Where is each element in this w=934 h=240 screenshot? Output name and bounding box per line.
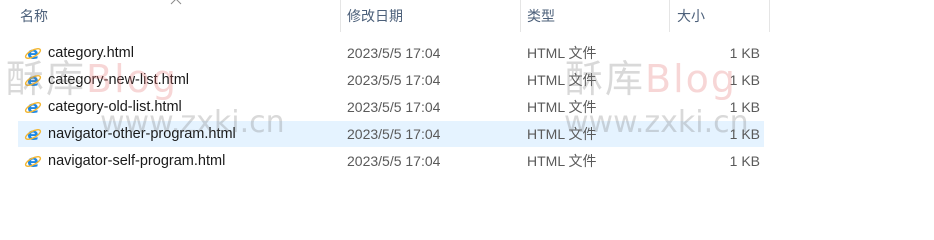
file-modified-date: 2023/5/5 17:04 (347, 126, 441, 142)
file-name: category-old-list.html (48, 99, 182, 115)
file-row[interactable]: e navigator-self-program.html 2023/5/5 17:… (18, 148, 764, 174)
file-row[interactable]: e category.html 2023/5/5 17:04 HTML 文件 1 KB (18, 40, 764, 66)
internet-explorer-icon: e (24, 71, 42, 89)
file-size: 1 KB (729, 99, 760, 115)
file-modified-date: 2023/5/5 17:04 (347, 45, 441, 61)
file-row[interactable]: e navigator-other-program.html 2023/5/5 17… (18, 121, 764, 147)
file-size: 1 KB (729, 153, 760, 169)
file-modified-date: 2023/5/5 17:04 (347, 153, 441, 169)
file-name: navigator-self-program.html (48, 153, 226, 169)
file-type: HTML 文件 (527, 72, 597, 88)
internet-explorer-icon: e (24, 44, 42, 62)
file-row[interactable]: e category-new-list.html 2023/5/5 17:04 HTM… (18, 67, 764, 93)
file-modified-date: 2023/5/5 17:04 (347, 99, 441, 115)
file-size: 1 KB (729, 126, 760, 142)
column-header-bar: 名称 修改日期 类型 大小 (0, 0, 934, 32)
file-name: navigator-other-program.html (48, 126, 236, 142)
column-divider[interactable] (769, 0, 770, 32)
internet-explorer-icon: e (24, 152, 42, 170)
column-header-type[interactable]: 类型 (521, 0, 669, 32)
file-name: category-new-list.html (48, 72, 190, 88)
file-modified-date: 2023/5/5 17:04 (347, 72, 441, 88)
file-type: HTML 文件 (527, 126, 597, 142)
file-size: 1 KB (729, 72, 760, 88)
file-type: HTML 文件 (527, 45, 597, 61)
internet-explorer-icon: e (24, 125, 42, 143)
internet-explorer-icon: e (24, 98, 42, 116)
file-type: HTML 文件 (527, 99, 597, 115)
file-size: 1 KB (729, 45, 760, 61)
column-header-modified[interactable]: 修改日期 (341, 0, 520, 32)
column-header-size[interactable]: 大小 (670, 0, 769, 32)
file-name: category.html (48, 45, 134, 61)
column-header-name[interactable]: 名称 (14, 0, 340, 32)
file-explorer-list-view: 名称 修改日期 类型 大小 e category.html 2023/5/5 17:… (0, 0, 934, 235)
file-row[interactable]: e category-old-list.html 2023/5/5 17:04 HTM… (18, 94, 764, 120)
file-type: HTML 文件 (527, 153, 597, 169)
